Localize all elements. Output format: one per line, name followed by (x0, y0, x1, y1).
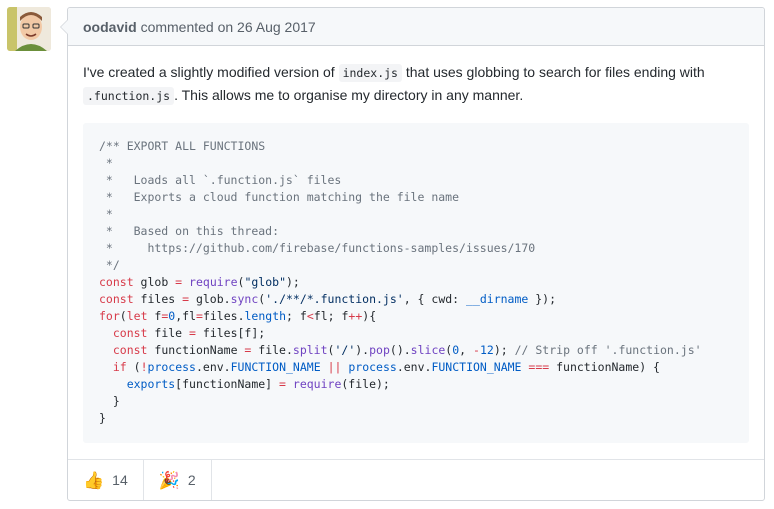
code-line: */ (99, 258, 120, 272)
reaction-hooray[interactable]: 🎉 2 (144, 460, 212, 500)
code-line: const files = glob.sync('./**/*.function… (99, 292, 557, 306)
comment-box: oodavid commented on 26 Aug 2017 I've cr… (60, 7, 765, 501)
reaction-count: 2 (187, 472, 196, 488)
code-line: * https://github.com/firebase/functions-… (99, 241, 536, 255)
reactions-bar: 👍 14 🎉 2 (68, 459, 764, 500)
avatar-image (7, 7, 51, 51)
comment-text-part: I've created a slightly modified version… (83, 64, 339, 80)
code-line: exports[functionName] = require(file); (126, 377, 390, 391)
code-line: /** EXPORT ALL FUNCTIONS (99, 139, 266, 153)
code-line: const functionName = file.split('/').pop… (112, 343, 702, 357)
code-line: } (99, 411, 106, 425)
comment-body: I've created a slightly modified version… (68, 46, 764, 443)
comment-meta[interactable]: commented on 26 Aug 2017 (141, 19, 316, 35)
reaction-count: 14 (112, 472, 128, 488)
thumbs-up-icon: 👍 (83, 470, 105, 490)
code-block[interactable]: /** EXPORT ALL FUNCTIONS * * Loads all `… (83, 123, 749, 443)
code-line: if (!process.env.FUNCTION_NAME || proces… (112, 360, 660, 374)
avatar[interactable] (7, 7, 51, 51)
comment-header: oodavid commented on 26 Aug 2017 (68, 8, 764, 46)
comment-text-part: . This allows me to organise my director… (174, 87, 524, 103)
party-popper-icon: 🎉 (158, 470, 180, 490)
comment-text-part: that uses globbing to search for files e… (401, 64, 705, 80)
code-line: const file = files[f]; (112, 326, 266, 340)
code-line: * (99, 207, 113, 221)
code-line: * Based on this thread: (99, 224, 280, 238)
inline-code-ext: .function.js (83, 87, 175, 105)
code-line: * (99, 156, 113, 170)
code-line: * Loads all `.function.js` files (99, 173, 342, 187)
code-line: * Exports a cloud function matching the … (99, 190, 460, 204)
author-link[interactable]: oodavid (83, 19, 137, 35)
inline-code-index: index.js (338, 64, 402, 82)
code-line: for(let f=0,fl=files.length; f<fl; f++){ (99, 309, 377, 323)
code-line: } (99, 394, 120, 408)
code-line: const glob = require("glob"); (99, 275, 300, 289)
comment-text: I've created a slightly modified version… (83, 61, 749, 107)
comment-arrow-fill (54, 20, 68, 34)
reaction-thumbs-up[interactable]: 👍 14 (68, 460, 144, 500)
